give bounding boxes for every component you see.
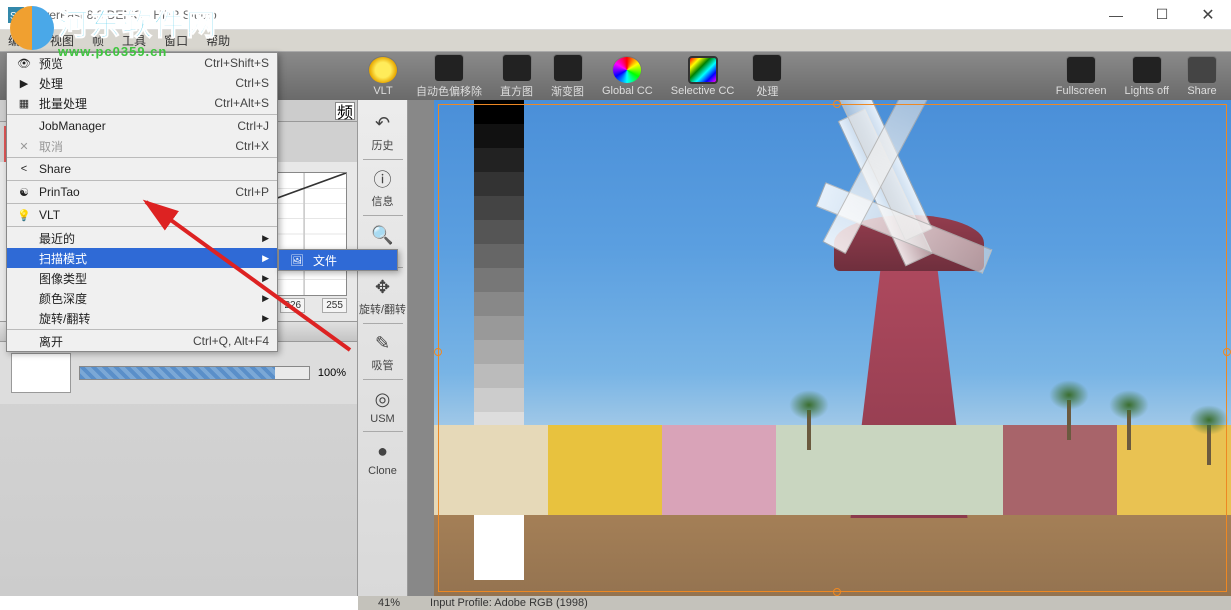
dark-icon	[502, 54, 532, 82]
selection-handle[interactable]	[1223, 348, 1231, 356]
vtool-icon: ✥	[368, 274, 398, 300]
toolbar-直方图[interactable]: 直方图	[500, 54, 533, 99]
dark-icon	[752, 54, 782, 82]
menu-item-处理[interactable]: ▶处理Ctrl+S	[7, 73, 277, 93]
vtool--[interactable]: ✥旋转/翻转	[359, 274, 406, 317]
progress-percent: 100%	[318, 367, 346, 379]
menu-item-离开[interactable]: 离开Ctrl+Q, Alt+F4	[7, 331, 277, 351]
toolbar-vlt[interactable]: VLT	[368, 56, 398, 97]
statusbar: 41% Input Profile: Adobe RGB (1998)	[358, 596, 1231, 610]
selection-handle[interactable]	[833, 100, 841, 108]
rainbow-icon	[612, 56, 642, 84]
close-button[interactable]: ✕	[1185, 0, 1231, 30]
vtool-icon: ⓘ	[368, 166, 398, 192]
maximize-button[interactable]: ☐	[1139, 0, 1185, 30]
menu-icon: <	[15, 163, 33, 175]
menu-item-VLT[interactable]: 💡VLT	[7, 205, 277, 225]
curve-value[interactable]: 226	[280, 298, 305, 313]
file-icon: 🖼	[287, 254, 307, 267]
menubar: 编辑 视图 帧 工具 窗口 帮助	[0, 30, 1231, 52]
submenu-arrow-icon: ▶	[262, 253, 269, 264]
curve-value[interactable]: 255	[322, 298, 347, 313]
menu-item-旋转/翻转[interactable]: 旋转/翻转▶	[7, 308, 277, 328]
vtool-icon: ↶	[368, 110, 398, 136]
minimize-button[interactable]: —	[1093, 0, 1139, 30]
bulb-icon	[368, 56, 398, 84]
submenu-arrow-icon: ▶	[262, 273, 269, 284]
vtool-icon: 🔍	[368, 222, 398, 248]
input-profile: Input Profile: Adobe RGB (1998)	[430, 597, 588, 609]
menu-view[interactable]: 视图	[50, 32, 74, 49]
vertical-toolbar: ↶历史ⓘ信息🔍41%✥旋转/翻转✎吸管◎USM●Clone	[358, 100, 408, 596]
status-thumbnail	[11, 353, 71, 393]
menu-item-JobManager[interactable]: JobManagerCtrl+J	[7, 116, 277, 136]
channel-all[interactable]: 频	[335, 102, 355, 120]
submenu-arrow-icon: ▶	[262, 233, 269, 244]
menu-item-预览[interactable]: 👁预览Ctrl+Shift+S	[7, 53, 277, 73]
menu-item-PrinTao[interactable]: ☯PrinTaoCtrl+P	[7, 182, 277, 202]
toolbar-渐变图[interactable]: 渐变图	[551, 54, 584, 99]
menu-window[interactable]: 窗口	[164, 32, 188, 49]
vtool--[interactable]: ✎吸管	[368, 330, 398, 373]
submenu-arrow-icon: ▶	[262, 293, 269, 304]
menu-item-Share[interactable]: <Share	[7, 159, 277, 179]
image-menu-dropdown: 👁预览Ctrl+Shift+S▶处理Ctrl+S▦批量处理Ctrl+Alt+S J…	[6, 52, 278, 352]
toolbar-fullscreen[interactable]: Fullscreen	[1056, 56, 1107, 97]
selection-frame[interactable]	[438, 104, 1227, 592]
window-title: SilverFast 8.8 DEMO - HDR Studio	[30, 8, 217, 22]
vtool-icon: ✎	[368, 330, 398, 356]
menu-help[interactable]: 帮助	[206, 32, 230, 49]
menu-item-取消: ✕取消Ctrl+X	[7, 136, 277, 156]
toolbar-share[interactable]: Share	[1187, 56, 1217, 97]
menu-icon: ✕	[15, 140, 33, 153]
menu-item-颜色深度[interactable]: 颜色深度▶	[7, 288, 277, 308]
menu-item-最近的[interactable]: 最近的▶	[7, 228, 277, 248]
menu-tools[interactable]: 工具	[122, 32, 146, 49]
vtool-icon: ●	[368, 438, 398, 464]
menu-icon: ▦	[15, 97, 33, 110]
menu-frame[interactable]: 帧	[92, 32, 104, 49]
image-canvas[interactable]	[434, 100, 1231, 596]
submenu-file[interactable]: 🖼 文件	[279, 250, 397, 270]
toolbar-selective-cc[interactable]: Selective CC	[671, 56, 735, 97]
vtool-icon: ◎	[368, 386, 398, 412]
vtool-usm[interactable]: ◎USM	[368, 386, 398, 425]
menu-item-图像类型[interactable]: 图像类型▶	[7, 268, 277, 288]
share-icon	[1187, 56, 1217, 84]
vtool-clone[interactable]: ●Clone	[368, 438, 398, 477]
zoom-level: 41%	[378, 597, 400, 609]
vtool--[interactable]: ⓘ信息	[368, 166, 398, 209]
dark-icon	[434, 54, 464, 82]
menu-icon: ☯	[15, 186, 33, 199]
toolbar-自动色偏移除[interactable]: 自动色偏移除	[416, 54, 482, 99]
menu-item-批量处理[interactable]: ▦批量处理Ctrl+Alt+S	[7, 93, 277, 113]
selection-handle[interactable]	[833, 588, 841, 596]
cc-icon	[688, 56, 718, 84]
menu-icon: ▶	[15, 77, 33, 90]
dark-icon	[553, 54, 583, 82]
toolbar-global-cc[interactable]: Global CC	[602, 56, 653, 97]
menu-icon: 💡	[15, 209, 33, 222]
progress-bar	[79, 366, 310, 380]
svg-text:SF: SF	[10, 11, 23, 22]
titlebar: SF SilverFast 8.8 DEMO - HDR Studio — ☐ …	[0, 0, 1231, 30]
preview-area	[408, 100, 1231, 596]
app-icon: SF	[8, 7, 24, 23]
dark-icon	[1066, 56, 1096, 84]
menu-item-扫描模式[interactable]: 扫描模式▶	[7, 248, 277, 268]
submenu-arrow-icon: ▶	[262, 313, 269, 324]
dark-icon	[1132, 56, 1162, 84]
menu-icon: 👁	[15, 57, 33, 70]
vtool--[interactable]: ↶历史	[368, 110, 398, 153]
menu-edit[interactable]: 编辑	[8, 32, 32, 49]
toolbar-lights-off[interactable]: Lights off	[1125, 56, 1169, 97]
scan-mode-submenu: 🖼 文件	[278, 249, 398, 271]
selection-handle[interactable]	[434, 348, 442, 356]
toolbar-处理[interactable]: 处理	[752, 54, 782, 99]
